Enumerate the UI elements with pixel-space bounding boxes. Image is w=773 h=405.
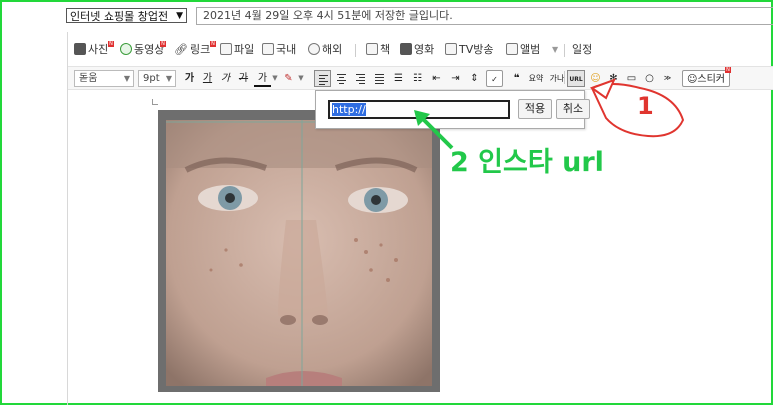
annotation-layer: [414, 78, 685, 150]
green-arrow-annotation: [418, 114, 454, 150]
step-1-label: 1: [637, 92, 654, 120]
step-2-label: 2 인스타 url: [450, 147, 604, 178]
